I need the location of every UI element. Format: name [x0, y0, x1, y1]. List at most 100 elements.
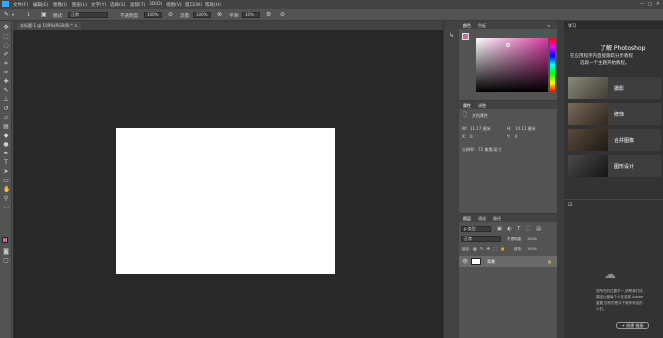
flow-label: 流量: — [180, 13, 191, 19]
close-tab-icon[interactable]: ✕ — [74, 23, 77, 28]
cc-text-line2: 原因以使每个人在选择 Adobe — [596, 295, 644, 299]
color-field[interactable] — [476, 38, 548, 92]
menu-edit[interactable]: 编辑(E) — [33, 2, 48, 8]
eraser-tool-icon[interactable]: ▱ — [3, 115, 9, 121]
tab-learn[interactable]: 学习 — [568, 23, 576, 29]
mode-select[interactable]: 正常 — [68, 11, 108, 18]
layer-blend-mode-select[interactable]: 正常 — [461, 236, 501, 242]
tab-color[interactable]: 颜色 — [463, 23, 471, 29]
history-brush-tool-icon[interactable]: ↺ — [3, 106, 9, 112]
panel-collapse-strip — [557, 21, 564, 338]
layers-panel: 图层 通道 路径 ρ 类型 ▣ ◐ T ⬚ ▤ 正常 不透明度: 100% 锁定… — [459, 214, 557, 338]
learn-desc-line3: 选取一个主题开始教程。 — [580, 61, 630, 66]
foreground-color-swatch[interactable] — [2, 237, 8, 243]
rectangle-tool-icon[interactable]: ▭ — [3, 178, 9, 184]
foreground-swatch[interactable] — [462, 33, 469, 40]
history-panel-icon[interactable]: ↳ — [449, 33, 454, 39]
menu-image[interactable]: 图像(I) — [53, 2, 67, 8]
learn-card-retouch[interactable]: 修饰 — [568, 103, 661, 125]
type-tool-icon[interactable]: T — [3, 160, 9, 166]
pressure-opacity-icon[interactable]: ⊘ — [168, 12, 173, 18]
smoothing-input[interactable]: 10% — [242, 11, 260, 18]
layer-lock-icon: 🔒 — [547, 259, 552, 264]
quick-mask-icon[interactable]: ◙ — [3, 249, 9, 255]
screen-mode-icon[interactable]: ▢ — [3, 258, 9, 264]
lock-icons[interactable]: ▦ ✎ ✥ ⬚ 🔒 — [473, 246, 506, 252]
brush-size-value[interactable]: 1 — [27, 13, 30, 18]
edit-toolbar-icon[interactable]: ⋯ — [3, 205, 9, 211]
layer-row-background[interactable]: 👁 背景 🔒 — [459, 256, 557, 267]
marquee-tool-icon[interactable]: ⬚ — [3, 34, 9, 40]
document-tab[interactable]: 未标题-1 @ 100%(RGB/8) * ✕ — [17, 22, 81, 30]
airbrush-icon[interactable]: ⊗ — [217, 12, 222, 18]
width-value[interactable]: 11.17 厘米 — [470, 126, 491, 132]
dodge-tool-icon[interactable]: ● — [3, 142, 9, 148]
pen-tool-icon[interactable]: ✒ — [3, 151, 9, 157]
brush-tool-icon[interactable]: ✎ — [4, 12, 9, 18]
tab-channels[interactable]: 通道 — [478, 216, 486, 222]
tools-panel: ✥ ⬚ ◌ ✐ ⌗ ✑ ✚ ✎ ⊥ ↺ ▱ ▤ ◆ ● ✒ T ➤ ▭ ✋ ⚲ … — [0, 21, 12, 338]
menu-file[interactable]: 文件(F) — [13, 2, 28, 8]
learn-card-photography[interactable]: 摄影 — [568, 77, 661, 99]
layer-name[interactable]: 背景 — [487, 259, 495, 265]
opacity-input[interactable]: 100% — [144, 11, 162, 18]
hand-tool-icon[interactable]: ✋ — [3, 187, 10, 193]
move-tool-icon[interactable]: ✥ — [3, 25, 9, 31]
create-link-button[interactable]: + 创建 链接 — [616, 322, 649, 329]
visibility-eye-icon[interactable]: 👁 — [462, 259, 468, 265]
learn-card-graphic-design[interactable]: 图形设计 — [568, 155, 661, 177]
color-picker-cursor[interactable] — [506, 43, 510, 47]
x-value[interactable]: 0 — [470, 134, 473, 139]
brush-preset-dropdown-icon[interactable]: ▾ — [12, 12, 14, 18]
card-label: 图形设计 — [614, 164, 635, 170]
layer-filter-select[interactable]: ρ 类型 — [461, 226, 491, 232]
menu-select[interactable]: 选择(S) — [110, 2, 125, 8]
menu-filter[interactable]: 滤镜(T) — [130, 2, 145, 8]
layer-filter-icons[interactable]: ▣ ◐ T ⬚ ▤ — [497, 226, 543, 232]
menu-help[interactable]: 帮助(H) — [205, 2, 221, 8]
menu-3d[interactable]: 3D(D) — [149, 2, 162, 7]
card-thumbnail — [568, 129, 608, 151]
libraries-panel-icon[interactable]: ⊡ — [568, 202, 572, 208]
healing-tool-icon[interactable]: ✚ — [3, 79, 9, 85]
document-tabs: 未标题-1 @ 100%(RGB/8) * ✕ — [13, 21, 443, 30]
card-thumbnail — [568, 77, 608, 99]
y-value[interactable]: 0 — [515, 134, 518, 139]
close-icon[interactable]: ✕ — [656, 2, 660, 7]
tab-layers[interactable]: 图层 — [463, 216, 471, 222]
learn-desc-line1: 在应用程序内直接跟踪分步教程 — [570, 54, 633, 59]
height-value[interactable]: 14.11 厘米 — [515, 126, 536, 132]
document-canvas[interactable] — [116, 128, 335, 274]
brush-settings-icon[interactable]: ▣ — [41, 12, 47, 18]
blur-tool-icon[interactable]: ◆ — [3, 133, 9, 139]
fill-value[interactable]: 100% — [527, 247, 537, 251]
minimize-icon[interactable]: — — [640, 2, 645, 7]
clone-stamp-tool-icon[interactable]: ⊥ — [3, 97, 9, 103]
learn-card-combine[interactable]: 合并图像 — [568, 129, 661, 151]
menu-view[interactable]: 视图(V) — [166, 2, 182, 8]
flow-input[interactable]: 100% — [193, 11, 211, 18]
smoothing-settings-icon[interactable]: ⚙ — [266, 12, 271, 18]
brush-tool-icon[interactable]: ✎ — [3, 88, 9, 94]
layer-opacity-value[interactable]: 100% — [527, 237, 537, 241]
tab-adjustments[interactable]: 调整 — [478, 103, 486, 109]
tab-properties[interactable]: 属性 — [463, 103, 471, 109]
tab-paths[interactable]: 路径 — [493, 216, 501, 222]
panel-menu-icon[interactable]: ≡ — [547, 23, 550, 28]
maximize-icon[interactable]: □ — [648, 2, 652, 7]
tab-swatches[interactable]: 色板 — [478, 23, 486, 29]
zoom-tool-icon[interactable]: ⚲ — [3, 196, 9, 202]
gradient-tool-icon[interactable]: ▤ — [3, 124, 9, 130]
menu-layer[interactable]: 图层(L) — [72, 2, 87, 8]
cc-text-line1: 您所在的位置不一,请帮我们找 — [596, 289, 643, 293]
quick-select-tool-icon[interactable]: ✐ — [3, 52, 9, 58]
eyedropper-tool-icon[interactable]: ✑ — [3, 70, 9, 76]
hue-slider[interactable] — [550, 38, 555, 92]
menu-type[interactable]: 文字(Y) — [91, 2, 106, 8]
crop-tool-icon[interactable]: ⌗ — [3, 61, 9, 67]
menu-window[interactable]: 窗口(W) — [185, 2, 202, 8]
opacity-label: 不透明度: — [120, 13, 140, 19]
pressure-size-icon[interactable]: ⊘ — [280, 12, 285, 18]
lasso-tool-icon[interactable]: ◌ — [3, 43, 9, 49]
path-select-tool-icon[interactable]: ➤ — [3, 169, 9, 175]
